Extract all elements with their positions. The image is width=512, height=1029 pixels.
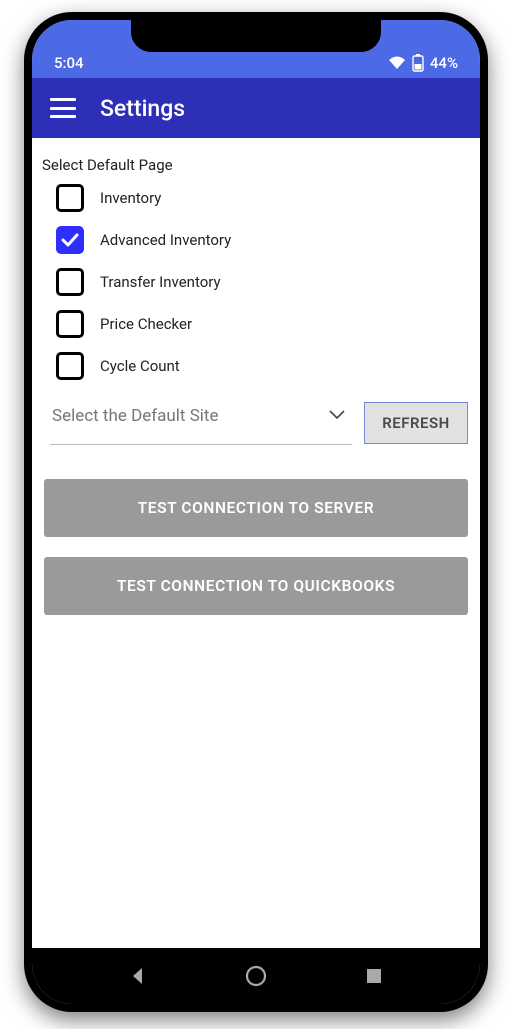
chevron-down-icon xyxy=(328,406,346,426)
refresh-button[interactable]: REFRESH xyxy=(364,402,468,444)
option-advanced-inventory[interactable]: Advanced Inventory xyxy=(56,226,472,254)
site-row: Select the Default Site REFRESH xyxy=(50,402,468,445)
battery-icon xyxy=(412,54,424,72)
checkbox-transfer-inventory[interactable] xyxy=(56,268,84,296)
option-label-advanced-inventory: Advanced Inventory xyxy=(100,231,231,249)
option-cycle-count[interactable]: Cycle Count xyxy=(56,352,472,380)
checkbox-cycle-count[interactable] xyxy=(56,352,84,380)
nav-back-icon[interactable] xyxy=(126,964,150,988)
status-battery-pct: 44% xyxy=(430,54,458,72)
nav-bar xyxy=(32,948,480,1004)
checkbox-inventory[interactable] xyxy=(56,184,84,212)
default-site-select[interactable]: Select the Default Site xyxy=(50,402,352,445)
page-title: Settings xyxy=(100,95,185,122)
option-label-inventory: Inventory xyxy=(100,189,161,207)
checkbox-price-checker[interactable] xyxy=(56,310,84,338)
screen: 5:04 44% Settings xyxy=(32,20,480,1004)
check-icon xyxy=(61,233,79,247)
test-server-label: TEST CONNECTION TO SERVER xyxy=(138,499,375,517)
option-price-checker[interactable]: Price Checker xyxy=(56,310,472,338)
menu-icon[interactable] xyxy=(50,98,76,118)
app-bar: Settings xyxy=(32,78,480,138)
section-label: Select Default Page xyxy=(42,156,472,174)
option-label-transfer-inventory: Transfer Inventory xyxy=(100,273,221,291)
option-label-price-checker: Price Checker xyxy=(100,315,192,333)
test-quickbooks-button[interactable]: TEST CONNECTION TO QUICKBOOKS xyxy=(44,557,468,615)
option-label-cycle-count: Cycle Count xyxy=(100,357,180,375)
content: Select Default Page Inventory Advanced I… xyxy=(32,138,480,948)
option-transfer-inventory[interactable]: Transfer Inventory xyxy=(56,268,472,296)
refresh-button-label: REFRESH xyxy=(382,414,450,432)
option-inventory[interactable]: Inventory xyxy=(56,184,472,212)
test-quickbooks-label: TEST CONNECTION TO QUICKBOOKS xyxy=(117,577,395,595)
default-site-placeholder: Select the Default Site xyxy=(52,406,219,426)
nav-recent-icon[interactable] xyxy=(362,964,386,988)
phone-frame: 5:04 44% Settings xyxy=(24,12,488,1012)
wifi-icon xyxy=(388,56,406,70)
nav-home-icon[interactable] xyxy=(244,964,268,988)
status-right: 44% xyxy=(388,54,458,72)
notch xyxy=(131,20,381,52)
status-time: 5:04 xyxy=(54,54,84,72)
test-server-button[interactable]: TEST CONNECTION TO SERVER xyxy=(44,479,468,537)
checkbox-advanced-inventory[interactable] xyxy=(56,226,84,254)
